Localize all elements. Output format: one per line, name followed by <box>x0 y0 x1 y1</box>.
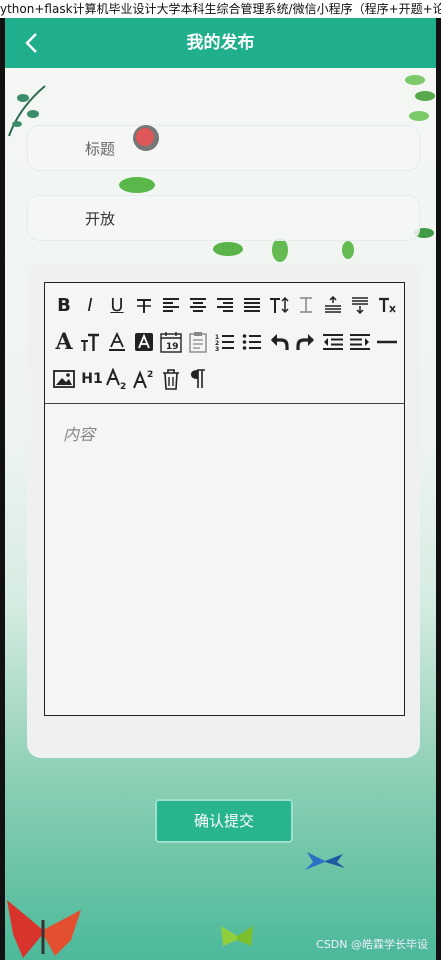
title-placeholder: 标题 <box>85 140 116 158</box>
image-icon[interactable] <box>53 368 75 390</box>
unordered-list-icon[interactable] <box>241 331 263 353</box>
svg-text:19: 19 <box>166 342 179 352</box>
spacing-after-icon[interactable] <box>349 294 371 316</box>
subscript-icon[interactable]: 2 <box>106 368 128 390</box>
clear-format-icon[interactable] <box>376 294 398 316</box>
superscript-icon[interactable]: 2 <box>133 368 155 390</box>
bold-icon[interactable]: B <box>53 294 75 316</box>
leaf-decoration <box>119 177 155 193</box>
app-header: 我的发布 <box>5 18 436 68</box>
italic-icon[interactable]: I <box>79 294 101 316</box>
svg-text:2: 2 <box>147 370 153 380</box>
align-center-icon[interactable] <box>187 294 209 316</box>
editor-card: B I U A 19 1 2 3 H1 2 2 内容 <box>27 264 420 758</box>
background-color-icon[interactable] <box>133 331 155 353</box>
header-icon[interactable]: H1 <box>79 368 105 390</box>
status-field[interactable]: 开放 <box>27 195 420 241</box>
page-title: 我的发布 <box>186 33 255 53</box>
outdent-icon[interactable] <box>322 331 344 353</box>
calendar-icon[interactable]: 19 <box>160 331 182 353</box>
svg-text:3: 3 <box>215 346 219 351</box>
align-right-icon[interactable] <box>214 294 236 316</box>
title-input[interactable]: 标题 <box>27 125 420 171</box>
spacing-before-icon[interactable] <box>322 294 344 316</box>
svg-text:2: 2 <box>120 382 126 390</box>
content-placeholder: 内容 <box>63 425 96 444</box>
redo-icon[interactable] <box>295 331 317 353</box>
window-title-strip: ython+flask计算机毕业设计大学本科生综合管理系统/微信小程序（程序+开… <box>0 0 441 18</box>
watermark: CSDN @皓霖学长毕设 <box>316 938 428 951</box>
editor-toolbar: B I U A 19 1 2 3 H1 2 2 <box>45 283 404 404</box>
leaf-decoration <box>342 241 354 259</box>
butterfly-decoration <box>7 900 81 958</box>
indent-icon[interactable] <box>349 331 371 353</box>
clipboard-icon[interactable] <box>187 331 209 353</box>
butterfly-decoration <box>305 852 345 870</box>
leaf-decoration <box>213 242 243 256</box>
butterfly-decoration <box>221 926 253 946</box>
phone-screen: 我的发布 标题 开放 B I U A 19 1 2 3 H1 2 2 内容 确认… <box>5 18 436 960</box>
trash-icon[interactable] <box>160 368 182 390</box>
text-indent-icon[interactable] <box>295 294 317 316</box>
horizontal-rule-icon[interactable] <box>376 331 398 353</box>
rich-text-editor[interactable]: B I U A 19 1 2 3 H1 2 2 内容 <box>44 282 405 716</box>
font-family-icon[interactable]: A <box>53 329 75 355</box>
font-size-icon[interactable] <box>79 331 101 353</box>
red-ball-decoration <box>133 125 159 151</box>
undo-icon[interactable] <box>268 331 290 353</box>
underline-icon[interactable]: U <box>106 294 128 316</box>
align-left-icon[interactable] <box>160 294 182 316</box>
line-height-icon[interactable] <box>268 294 290 316</box>
paragraph-icon[interactable] <box>187 368 209 390</box>
confirm-submit-button[interactable]: 确认提交 <box>155 799 293 843</box>
align-justify-icon[interactable] <box>241 294 263 316</box>
font-color-icon[interactable] <box>106 331 128 353</box>
strikethrough-icon[interactable] <box>133 294 155 316</box>
status-value: 开放 <box>85 210 116 228</box>
ordered-list-icon[interactable]: 123 <box>214 331 236 353</box>
